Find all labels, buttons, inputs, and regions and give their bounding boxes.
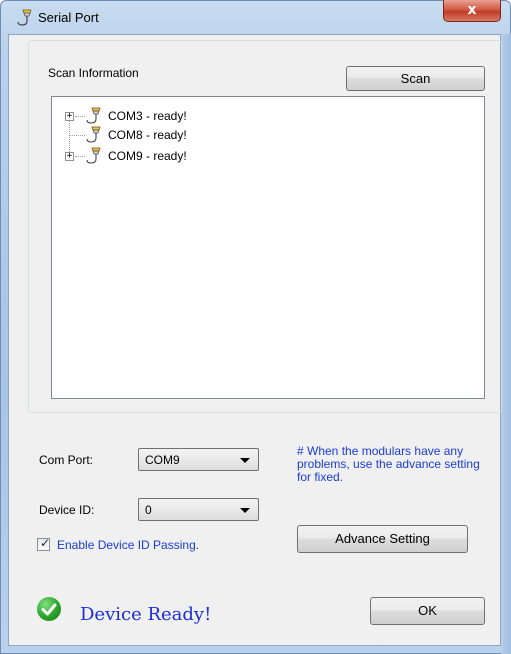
tree-connector (69, 135, 85, 136)
title-bar[interactable]: Serial Port x (0, 0, 509, 34)
com-port-select[interactable]: COM9 (138, 448, 259, 471)
tree-item-com3[interactable]: + COM3 - ready! (52, 107, 252, 125)
chevron-down-icon (240, 508, 250, 513)
window-border-right (501, 34, 511, 654)
serial-port-icon (86, 107, 101, 124)
check-circle-icon (37, 597, 61, 621)
expand-icon[interactable]: + (65, 152, 74, 161)
checkmark-icon (41, 603, 57, 616)
device-id-label: Device ID: (39, 503, 95, 517)
advance-setting-hint: # When the modulars have any problems, u… (297, 444, 480, 484)
device-status-text: Device Ready! (80, 604, 212, 625)
serial-port-icon (86, 147, 101, 164)
tree-connector (75, 156, 85, 157)
tree-item-com8[interactable]: COM8 - ready! (52, 126, 252, 144)
tree-item-com9[interactable]: + COM9 - ready! (52, 147, 252, 165)
enable-device-id-passing-label[interactable]: Enable Device ID Passing. (57, 538, 199, 552)
port-tree-view[interactable]: + COM3 - ready! COM8 - ready! + COM9 - r… (51, 96, 485, 399)
expand-icon[interactable]: + (65, 112, 74, 121)
window-title: Serial Port (38, 10, 99, 25)
close-button[interactable]: x (443, 0, 501, 22)
device-id-value: 0 (145, 503, 152, 517)
serial-port-icon (86, 126, 101, 143)
device-id-select[interactable]: 0 (138, 498, 259, 521)
tree-connector (75, 116, 85, 117)
scan-button[interactable]: Scan (346, 66, 485, 91)
serial-port-icon (17, 9, 32, 26)
advance-setting-button[interactable]: Advance Setting (297, 525, 468, 553)
ok-button[interactable]: OK (370, 597, 485, 625)
chevron-down-icon (240, 458, 250, 463)
port-label: COM3 - ready! (108, 109, 187, 123)
port-label: COM8 - ready! (108, 128, 187, 142)
port-label: COM9 - ready! (108, 149, 187, 163)
enable-device-id-passing-checkbox[interactable]: ✓ (37, 536, 51, 551)
com-port-value: COM9 (145, 453, 180, 467)
checkmark-icon: ✓ (40, 536, 51, 550)
com-port-label: Com Port: (39, 453, 94, 467)
scan-information-label: Scan Information (46, 66, 141, 80)
